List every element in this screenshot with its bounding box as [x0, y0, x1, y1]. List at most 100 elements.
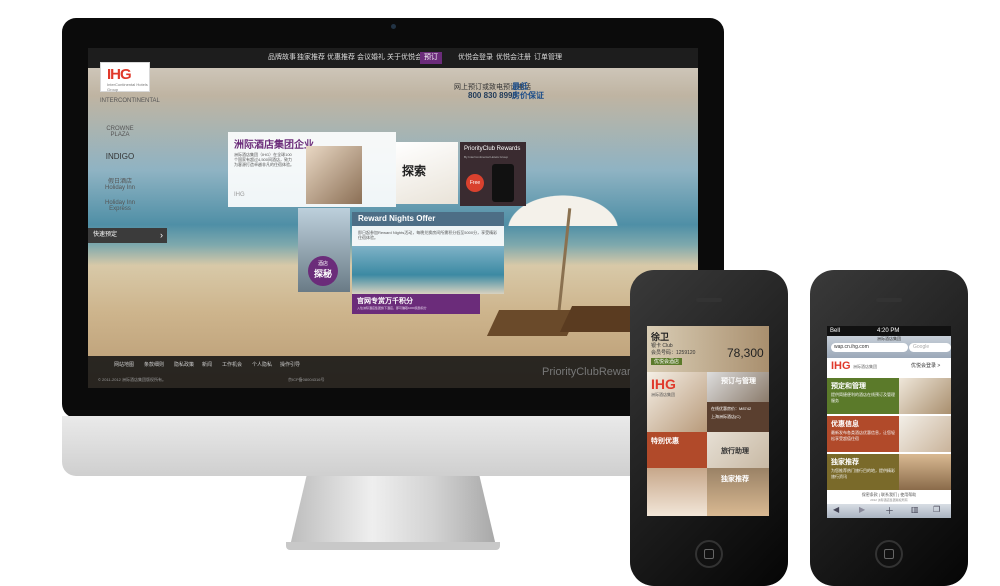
desktop-website: 品牌故事 独家推荐 优惠推荐 会议婚礼 关于优悦会 预订 优悦会登录 优悦会注册…	[88, 48, 698, 388]
secret-badge: 酒店 探秘	[308, 256, 338, 286]
brand-crowne-plaza[interactable]: CROWNE PLAZA	[100, 126, 140, 138]
footer-link[interactable]: 个人隐私	[252, 361, 272, 368]
bonus-points-bar[interactable]: 官网专赏万千积分 入住洲际酒店集团旗下酒店，即可赚取1000奖励积分	[352, 294, 480, 314]
phone-right-screen: Bell 4:20 PM 洲际酒店集团 wap.cn.ihg.com Googl…	[827, 326, 951, 518]
back-icon[interactable]: ◀	[833, 505, 839, 514]
ihg-logo-sub: 洲际酒店集团	[651, 392, 675, 397]
site-footer: 网站地图 条款细则 隐私政策 新闻 工作机会 个人隐私 操作引导 © 2011-…	[88, 356, 698, 388]
copyright: © 2011-2012 洲际酒店集团版权所有。	[98, 377, 167, 382]
browser-toolbar: ◀ ▶ ＋ ▥ ❐	[827, 504, 951, 518]
status-chip[interactable]: 优悦会酒店	[651, 358, 683, 365]
phone-left-screen: 徐卫 银卡 Club 会员号码：1259120 优悦会酒店 78,300 IHG…	[647, 326, 769, 516]
imac-stand	[290, 476, 496, 546]
nav-item[interactable]: 关于优悦会	[387, 52, 422, 64]
icp-number: 京ICP备08004316号	[288, 377, 325, 382]
hero-body: 洲际酒店集团（IHG）在全球100个国家有超过4,500间酒店，致力为客源打造卓…	[234, 152, 294, 167]
nav-item[interactable]: 独家推荐	[297, 52, 325, 64]
nav-item[interactable]: 优惠推荐	[327, 52, 355, 64]
ihg-logo: IHG	[651, 376, 676, 392]
member-number: 会员号码：1259120	[651, 350, 696, 356]
home-button[interactable]	[695, 540, 723, 568]
member-register-link[interactable]: 优悦会注册	[496, 52, 531, 64]
ihg-logo-sub: 洲际酒店集团	[853, 364, 877, 369]
url-field[interactable]: wap.cn.ihg.com	[831, 343, 908, 352]
ihg-tile[interactable]: IHG 洲际酒店集团	[647, 372, 707, 432]
member-login-link[interactable]: 优悦会登录	[458, 52, 493, 64]
member-header: 徐卫 银卡 Club 会员号码：1259120 优悦会酒店 78,300	[647, 326, 769, 372]
mobile-footer: 保密条款 | 联系我们 | 使用帮助 2012 洲际酒店集团版权所有	[861, 492, 917, 502]
priority-club-watermark: PriorityClubRewards	[542, 366, 643, 378]
search-field[interactable]: Google	[909, 343, 951, 352]
speaker	[876, 298, 902, 302]
bonus-body: 入住洲际酒店集团旗下酒店，即可赚取1000奖励积分	[357, 306, 427, 310]
tile-exclusive[interactable]: 独家推荐	[707, 468, 769, 516]
row-offers[interactable]: 优惠信息 最新发布各类酒店优惠信息，让您轻松享受超值住宿	[827, 416, 951, 452]
status-bar: Bell 4:20 PM	[827, 326, 951, 336]
browser-bar: 洲际酒店集团 wap.cn.ihg.com Google	[827, 336, 951, 358]
explore-card[interactable]: 探索	[396, 142, 458, 204]
priority-club-card[interactable]: PriorityClub Rewards By InterContinental…	[460, 142, 526, 206]
brand-holiday-inn[interactable]: 假日酒店 Holiday Inn	[100, 176, 140, 191]
apple-icon	[376, 425, 406, 461]
share-icon[interactable]: ＋	[885, 504, 894, 517]
brand-holiday-inn-express[interactable]: Holiday Inn Express	[100, 200, 140, 212]
top-navigation: 品牌故事 独家推荐 优惠推荐 会议婚礼 关于优悦会 预订 优悦会登录 优悦会注册…	[88, 48, 698, 68]
footer-link[interactable]: 新闻	[202, 361, 212, 368]
phone-right: Bell 4:20 PM 洲际酒店集团 wap.cn.ihg.com Googl…	[810, 270, 968, 586]
priority-club-sub: By InterContinental Hotels Group	[464, 155, 509, 159]
tabs-icon[interactable]: ❐	[933, 505, 940, 514]
bookmarks-icon[interactable]: ▥	[911, 505, 919, 514]
secret-card[interactable]: 酒店 探秘	[298, 208, 350, 292]
row-photo	[899, 454, 951, 490]
priority-club-title: PriorityClub Rewards	[464, 146, 521, 152]
tile-travel-assistant[interactable]: 旅行助理	[707, 432, 769, 468]
page-title: 洲际酒店集团	[877, 336, 901, 341]
row-exclusive[interactable]: 独家推荐 为您推荐热门旅行目的地，提供精彩旅行资讯	[827, 454, 951, 490]
reward-body: 即日起参加Reward Nights活动，每晚兑换房间所需积分低至5000分，享…	[358, 230, 498, 240]
couple-photo	[306, 146, 362, 204]
pool-photo	[352, 246, 504, 294]
book-button[interactable]: 预订	[420, 52, 442, 64]
app-phone-image	[492, 164, 514, 202]
row-photo	[899, 416, 951, 452]
speaker	[696, 298, 722, 302]
row-book-manage[interactable]: 预定和管理 提供简捷便利的酒店在线预订及管理服务	[827, 378, 951, 414]
home-button[interactable]	[875, 540, 903, 568]
camera-dot	[391, 24, 396, 29]
footer-link[interactable]: 网站地图	[114, 361, 134, 368]
reward-title: Reward Nights Offer	[358, 214, 436, 223]
forward-icon[interactable]: ▶	[859, 505, 865, 514]
footer-link[interactable]: 工作机会	[222, 361, 242, 368]
explore-label: 探索	[402, 164, 427, 178]
reward-nights-card[interactable]: Reward Nights Offer 即日起参加Reward Nights活动…	[352, 212, 504, 294]
member-login-link[interactable]: 优悦会登录 >	[911, 362, 940, 369]
ihg-small-logo: IHG	[234, 192, 245, 198]
bonus-title: 官网专赏万千积分	[357, 298, 413, 305]
booking-summary: 在线优惠房价：M8742 上海洲际酒店(C)	[707, 402, 769, 432]
best-price-badge: 最低 房价保证	[512, 82, 544, 100]
brand-intercontinental[interactable]: INTERCONTINENTAL	[100, 98, 160, 104]
phone-left: 徐卫 银卡 Club 会员号码：1259120 优悦会酒店 78,300 IHG…	[630, 270, 788, 586]
member-tier: 银卡 Club	[651, 343, 673, 349]
free-badge: Free	[466, 174, 484, 192]
nav-item[interactable]: 品牌故事	[268, 52, 296, 64]
footer-link[interactable]: 条款细则	[144, 361, 164, 368]
ihg-logo[interactable]: IHG InterContinental Hotels Group	[100, 62, 150, 92]
phone-number: 800 830 8998	[468, 91, 517, 100]
row-photo	[899, 378, 951, 414]
brand-indigo[interactable]: INDIGO	[100, 152, 140, 161]
hero-card[interactable]: 洲际酒店集团企业 洲际酒店集团（IHG）在全球100个国家有超过4,500间酒店…	[228, 132, 396, 207]
tile-book-manage[interactable]: 预订与管理	[707, 372, 769, 402]
imac-base	[286, 542, 500, 550]
hero-title: 洲际酒店集团企业	[234, 140, 314, 151]
quick-order-tab[interactable]: 快速预定	[88, 228, 167, 243]
tile-special-offers[interactable]: 特别优惠	[647, 432, 707, 468]
site-header: IHG 洲际酒店集团 优悦会登录 >	[827, 358, 951, 376]
ihg-logo[interactable]: IHG	[831, 360, 851, 372]
order-manage-link[interactable]: 订单管理	[534, 52, 562, 64]
points-balance: 78,300	[727, 346, 764, 360]
nav-item[interactable]: 会议婚礼	[357, 52, 385, 64]
bed-photo	[647, 468, 707, 516]
footer-link[interactable]: 隐私政策	[174, 361, 194, 368]
footer-link[interactable]: 操作引导	[280, 361, 300, 368]
